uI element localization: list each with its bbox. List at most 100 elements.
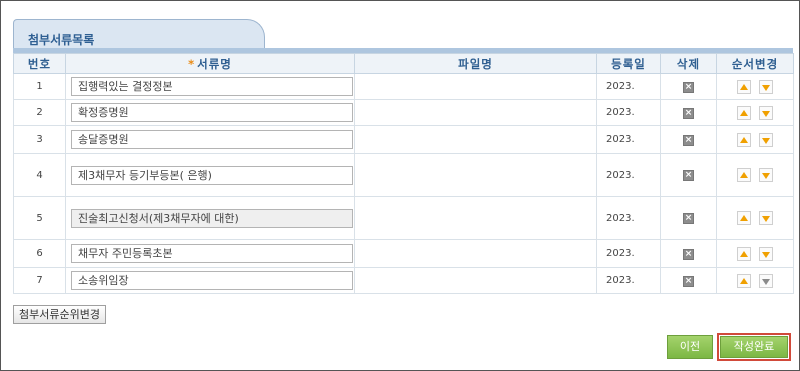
table-header-row: 번호 * 서류명 파일명 등록일 삭제 순서변경 [13,53,794,74]
table-row: 3 송달증명원 2023. × [13,125,794,154]
arrow-down-icon [762,278,770,285]
delete-cell: × [660,125,717,154]
complete-button-label: 작성완료 [720,336,788,358]
arrow-down-icon [762,137,770,144]
delete-cell: × [660,73,717,100]
doc-name-cell: 진술최고신청서(제3채무자에 대한) [65,196,355,240]
doc-name-input[interactable]: 송달증명원 [71,130,353,149]
required-mark: * [188,56,196,71]
col-header-file-name: 파일명 [354,53,597,74]
reg-date-cell: 2023. [596,196,661,240]
arrow-up-icon [740,83,748,90]
file-name-cell [354,239,597,268]
delete-cell: × [660,99,717,126]
move-down-button[interactable] [759,79,773,94]
move-up-button[interactable] [737,211,751,225]
arrow-down-icon [762,251,770,258]
arrow-down-icon [762,110,770,117]
doc-name-cell: 확정증명원 [65,99,355,126]
delete-cell: × [660,267,717,294]
delete-icon[interactable]: × [683,107,694,119]
move-up-button[interactable] [737,246,751,261]
delete-icon[interactable]: × [683,134,694,146]
section-tab: 첨부서류목록 [13,19,265,49]
doc-name-cell: 집행력있는 결정정본 [65,73,355,100]
table-row: 6 채무자 주민등록초본 2023. × [13,239,794,268]
file-name-cell [354,153,597,197]
doc-name-input[interactable]: 확정증명원 [71,103,353,122]
delete-icon[interactable]: × [683,275,694,287]
col-header-order: 순서변경 [716,53,794,74]
section-title: 첨부서류목록 [28,33,95,47]
move-up-button[interactable] [737,105,751,120]
table-row: 5 진술최고신청서(제3채무자에 대한) 2023. × [13,196,794,240]
row-number: 3 [13,125,66,154]
table-row: 7 소송위임장 2023. × [13,267,794,294]
move-up-button[interactable] [737,168,751,182]
reg-date-cell: 2023. [596,125,661,154]
table-row: 1 집행력있는 결정정본 2023. × [13,73,794,100]
table-row: 2 확정증명원 2023. × [13,99,794,126]
order-cell [716,153,794,197]
arrow-up-icon [740,250,748,257]
doc-name-input[interactable]: 집행력있는 결정정본 [71,77,353,96]
delete-cell: × [660,239,717,268]
reg-date-cell: 2023. [596,239,661,268]
delete-icon[interactable]: × [683,170,694,181]
arrow-up-icon [740,215,748,221]
prev-button[interactable]: 이전 [667,335,713,359]
section-header: 첨부서류목록 [13,15,793,53]
doc-name-input[interactable]: 채무자 주민등록초본 [71,244,353,263]
move-up-button[interactable] [737,79,751,94]
move-up-button[interactable] [737,273,751,288]
arrow-up-icon [740,172,748,178]
move-down-button[interactable] [759,211,773,225]
reg-date-cell: 2023. [596,99,661,126]
move-down-button[interactable] [759,273,773,288]
attachment-table: 번호 * 서류명 파일명 등록일 삭제 순서변경 1 집행력있는 결정정본 2023.… [13,53,794,294]
file-name-cell [354,99,597,126]
row-number: 5 [13,196,66,240]
delete-icon[interactable]: × [683,81,694,93]
col-header-no: 번호 [13,53,66,74]
move-down-button[interactable] [759,168,773,182]
arrow-up-icon [740,109,748,116]
move-down-button[interactable] [759,246,773,261]
table-row: 4 제3채무자 등기부등본( 은행) 2023. × [13,153,794,197]
reorder-attachments-button[interactable]: 첨부서류순위변경 [13,305,106,324]
move-down-button[interactable] [759,132,773,147]
doc-name-cell: 채무자 주민등록초본 [65,239,355,268]
doc-name-input: 진술최고신청서(제3채무자에 대한) [71,208,353,228]
reg-date-cell: 2023. [596,73,661,100]
order-cell [716,73,794,100]
order-cell [716,196,794,240]
arrow-down-icon [762,216,770,222]
reg-date-cell: 2023. [596,267,661,294]
arrow-down-icon [762,84,770,91]
col-header-delete: 삭제 [660,53,717,74]
col-header-doc-name-label: 서류명 [197,56,232,71]
delete-icon[interactable]: × [683,248,694,260]
row-number: 1 [13,73,66,100]
row-number: 7 [13,267,66,294]
doc-name-cell: 제3채무자 등기부등본( 은행) [65,153,355,197]
doc-name-cell: 소송위임장 [65,267,355,294]
doc-name-input[interactable]: 제3채무자 등기부등본( 은행) [71,165,353,185]
col-header-doc-name: * 서류명 [65,53,355,74]
complete-button[interactable]: 작성완료 [717,333,791,361]
file-name-cell [354,73,597,100]
order-cell [716,99,794,126]
arrow-up-icon [740,136,748,143]
delete-cell: × [660,153,717,197]
order-cell [716,125,794,154]
doc-name-cell: 송달증명원 [65,125,355,154]
arrow-down-icon [762,173,770,179]
move-down-button[interactable] [759,105,773,120]
row-number: 2 [13,99,66,126]
delete-icon[interactable]: × [683,213,694,224]
order-cell [716,267,794,294]
doc-name-input[interactable]: 소송위임장 [71,271,353,290]
move-up-button[interactable] [737,132,751,147]
delete-cell: × [660,196,717,240]
order-cell [716,239,794,268]
